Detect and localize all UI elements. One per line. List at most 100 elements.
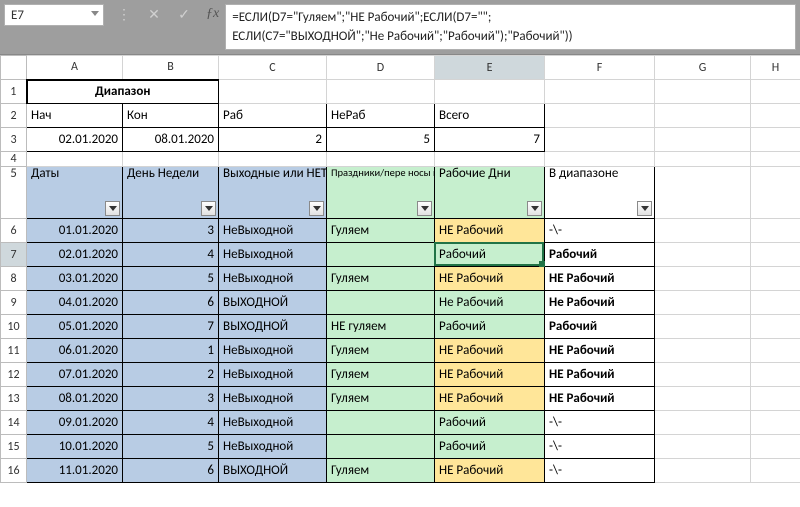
cell-H16[interactable] [751, 459, 800, 483]
col-header-E[interactable]: E [435, 56, 545, 80]
cell-G8[interactable] [655, 267, 751, 291]
cell-B5[interactable]: День Недели [123, 167, 219, 219]
cell-B7[interactable]: 4 [123, 243, 219, 267]
cell-E11[interactable]: НЕ Рабочий [435, 339, 545, 363]
cell-A8[interactable]: 03.01.2020 [27, 267, 123, 291]
fx-icon[interactable]: ƒx [204, 0, 225, 22]
cell-D9[interactable] [327, 291, 435, 315]
cell-B9[interactable]: 6 [123, 291, 219, 315]
cell-G14[interactable] [655, 411, 751, 435]
cell-H5[interactable] [751, 167, 800, 219]
cell-H8[interactable] [751, 267, 800, 291]
row-header[interactable]: 7 [1, 243, 27, 267]
cell-A4[interactable] [27, 152, 123, 167]
cell-D11[interactable]: Гуляем [327, 339, 435, 363]
col-header-G[interactable]: G [655, 56, 751, 80]
cell-B3[interactable]: 08.01.2020 [123, 128, 219, 152]
cell-C6[interactable]: НеВыходной [219, 219, 327, 243]
cell-G15[interactable] [655, 435, 751, 459]
cell-E14[interactable]: Рабочий [435, 411, 545, 435]
cell-C16[interactable]: ВЫХОДНОЙ [219, 459, 327, 483]
accept-icon[interactable]: ✓ [174, 4, 194, 24]
cell-F14[interactable]: -\- [545, 411, 655, 435]
cell-H7[interactable] [751, 243, 800, 267]
cell-D12[interactable]: Гуляем [327, 363, 435, 387]
filter-icon[interactable] [637, 201, 652, 216]
cell-E5[interactable]: Рабочие Дни [435, 167, 545, 219]
cell-D3[interactable]: 5 [327, 128, 435, 152]
row-header[interactable]: 12 [1, 363, 27, 387]
cell-G11[interactable] [655, 339, 751, 363]
cell-C15[interactable]: НеВыходной [219, 435, 327, 459]
cell-A2[interactable]: Нач [27, 104, 123, 128]
row-header[interactable]: 6 [1, 219, 27, 243]
cell-E9[interactable]: Не Рабочий [435, 291, 545, 315]
cell-F12[interactable]: НЕ Рабочий [545, 363, 655, 387]
row-header[interactable]: 1 [1, 80, 27, 104]
cell-E16[interactable]: НЕ Рабочий [435, 459, 545, 483]
cell-A10[interactable]: 05.01.2020 [27, 315, 123, 339]
cell-H14[interactable] [751, 411, 800, 435]
cell-F16[interactable]: -\- [545, 459, 655, 483]
cell-C10[interactable]: ВЫХОДНОЙ [219, 315, 327, 339]
cell-C2[interactable]: Раб [219, 104, 327, 128]
select-all-corner[interactable] [1, 56, 27, 80]
cell-F9[interactable]: Не Рабочий [545, 291, 655, 315]
cell-H9[interactable] [751, 291, 800, 315]
cell-B4[interactable] [123, 152, 219, 167]
col-header-B[interactable]: B [123, 56, 219, 80]
cell-C7[interactable]: НеВыходной [219, 243, 327, 267]
chevron-down-icon[interactable] [91, 11, 99, 16]
cell-H3[interactable] [751, 128, 800, 152]
cell-D5[interactable]: Праздники/пере носы или пуст [327, 167, 435, 219]
cell-H12[interactable] [751, 363, 800, 387]
cell-D8[interactable]: Гуляем [327, 267, 435, 291]
cell-E8[interactable]: НЕ Рабочий [435, 267, 545, 291]
cell-E1[interactable] [435, 80, 545, 104]
cell-E2[interactable]: Всего [435, 104, 545, 128]
cell-A14[interactable]: 09.01.2020 [27, 411, 123, 435]
filter-icon[interactable] [309, 201, 324, 216]
cell-E10[interactable]: Рабочий [435, 315, 545, 339]
cell-D1[interactable] [327, 80, 435, 104]
cell-D6[interactable]: Гуляем [327, 219, 435, 243]
cell-A16[interactable]: 11.01.2020 [27, 459, 123, 483]
cell-F5[interactable]: В диапазоне [545, 167, 655, 219]
cell-B11[interactable]: 1 [123, 339, 219, 363]
row-header[interactable]: 3 [1, 128, 27, 152]
cell-H13[interactable] [751, 387, 800, 411]
cell-H2[interactable] [751, 104, 800, 128]
cell-G10[interactable] [655, 315, 751, 339]
cell-G9[interactable] [655, 291, 751, 315]
cell-D7[interactable] [327, 243, 435, 267]
filter-icon[interactable] [105, 201, 120, 216]
cell-G6[interactable] [655, 219, 751, 243]
row-header[interactable]: 2 [1, 104, 27, 128]
cell-E3[interactable]: 7 [435, 128, 545, 152]
cell-B12[interactable]: 2 [123, 363, 219, 387]
cell-G3[interactable] [655, 128, 751, 152]
cell-C1[interactable] [219, 80, 327, 104]
cell-B15[interactable]: 5 [123, 435, 219, 459]
cell-F11[interactable]: НЕ Рабочий [545, 339, 655, 363]
row-header[interactable]: 8 [1, 267, 27, 291]
cell-C13[interactable]: НеВыходной [219, 387, 327, 411]
cell-A11[interactable]: 06.01.2020 [27, 339, 123, 363]
cell-F6[interactable]: -\- [545, 219, 655, 243]
cell-G16[interactable] [655, 459, 751, 483]
cell-H1[interactable] [751, 80, 800, 104]
cell-D15[interactable] [327, 435, 435, 459]
cell-B14[interactable]: 4 [123, 411, 219, 435]
cell-A1[interactable]: Диапазон [27, 80, 219, 104]
col-header-C[interactable]: C [219, 56, 327, 80]
cell-F15[interactable]: -\- [545, 435, 655, 459]
col-header-F[interactable]: F [545, 56, 655, 80]
cell-E13[interactable]: НЕ Рабочий [435, 387, 545, 411]
cell-A6[interactable]: 01.01.2020 [27, 219, 123, 243]
cell-G13[interactable] [655, 387, 751, 411]
row-header[interactable]: 4 [1, 152, 27, 167]
filter-icon[interactable] [201, 201, 216, 216]
cell-B10[interactable]: 7 [123, 315, 219, 339]
cell-A15[interactable]: 10.01.2020 [27, 435, 123, 459]
cell-C5[interactable]: Выходные или НЕТ [219, 167, 327, 219]
